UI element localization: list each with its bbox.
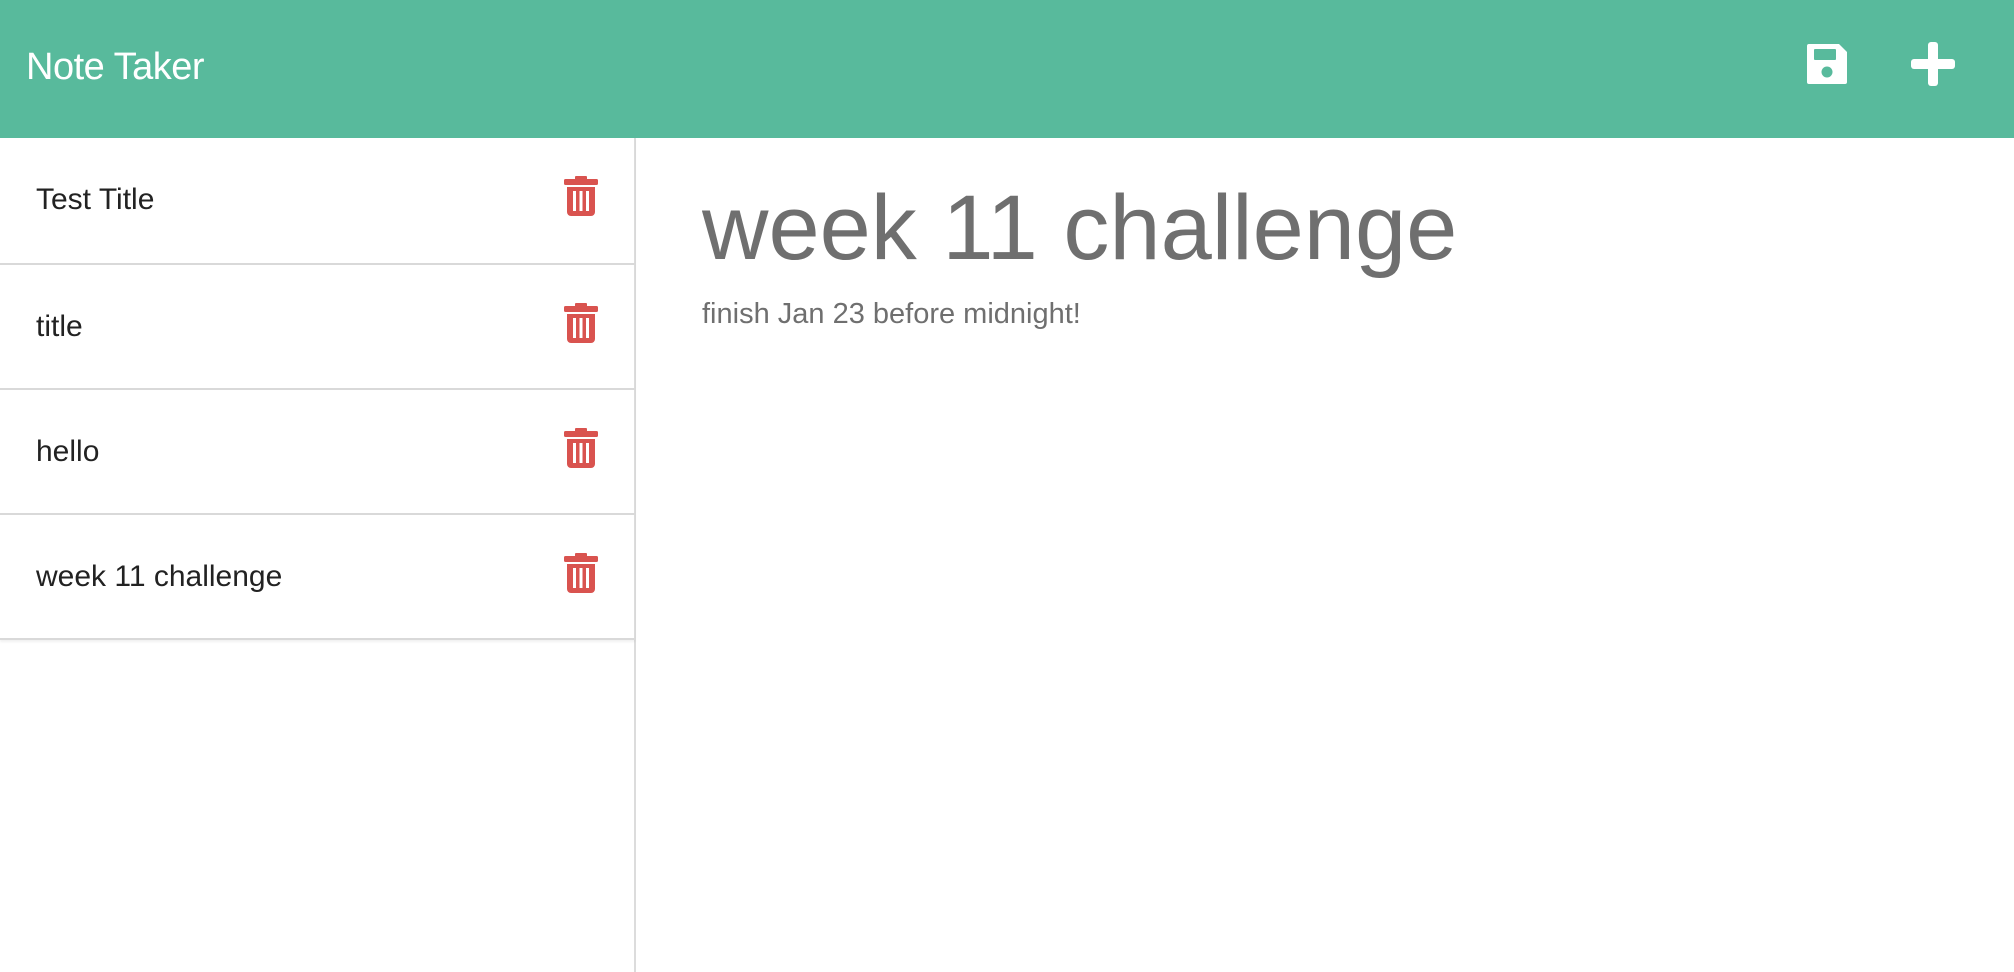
note-list-item[interactable]: Test Title [0,138,635,263]
navbar: Note Taker [0,0,2014,138]
plus-icon [1911,42,1955,86]
floppy-disk-icon [1807,44,1847,84]
note-list-item-title: Test Title [36,183,155,216]
note-list-item[interactable]: hello [0,388,635,513]
note-list-item[interactable]: title [0,263,635,388]
trash-icon[interactable] [563,428,599,468]
trash-icon[interactable] [563,303,599,343]
note-editor: finish Jan 23 before midnight! [636,138,2014,972]
note-title-input[interactable] [702,168,1962,288]
new-note-button[interactable] [1909,40,1957,88]
save-note-button[interactable] [1803,40,1851,88]
trash-icon[interactable] [563,176,599,216]
note-text-area[interactable]: finish Jan 23 before midnight! [702,294,1962,894]
note-list-item-title: hello [36,435,100,468]
app-title[interactable]: Note Taker [26,42,205,92]
note-list-item[interactable]: week 11 challenge [0,513,635,638]
note-list: Test Title title hello week 11 challenge [0,138,635,640]
trash-icon[interactable] [563,553,599,593]
note-list-item-title: title [36,310,83,343]
note-list-panel: Test Title title hello week 11 challenge [0,138,636,972]
note-list-item-title: week 11 challenge [36,560,283,593]
